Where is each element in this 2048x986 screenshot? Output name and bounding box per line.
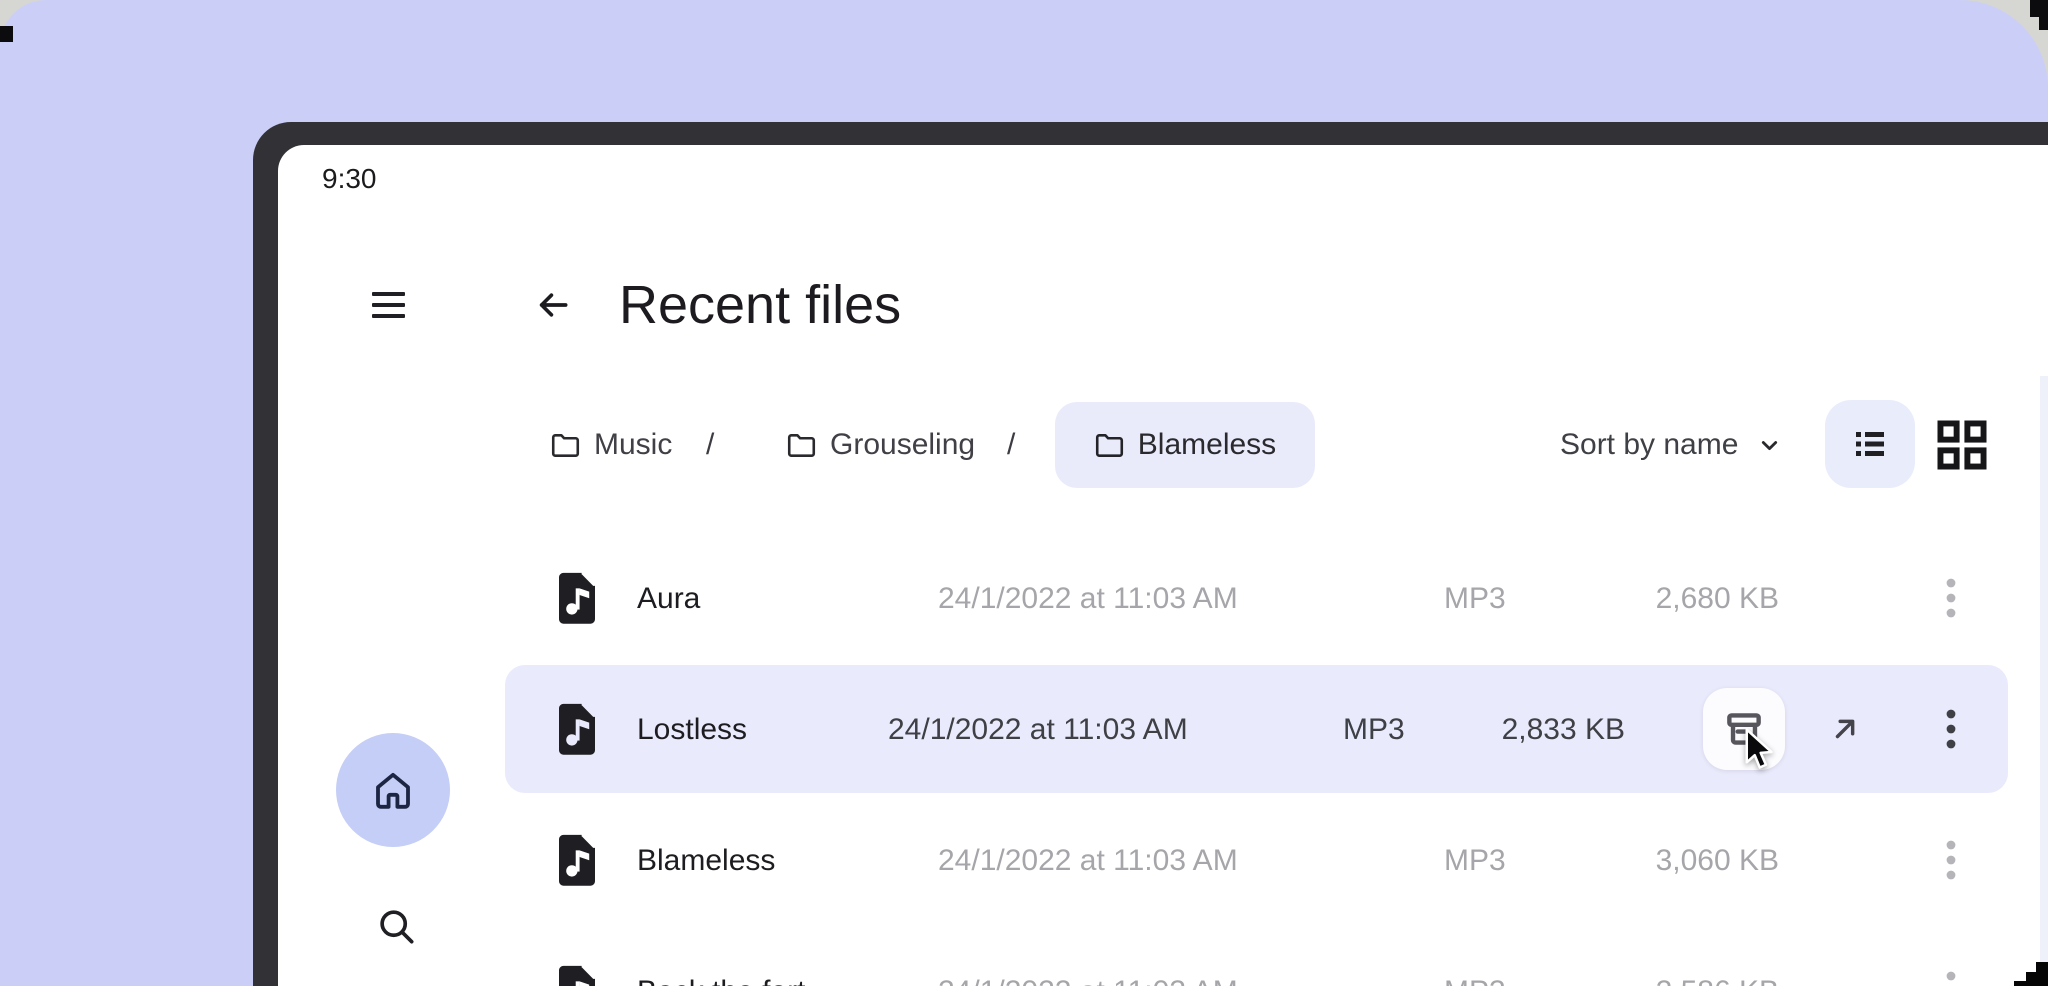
folder-icon	[1094, 432, 1125, 459]
file-size: 2,586 KB	[1656, 975, 1779, 986]
kebab-icon	[1946, 709, 1956, 749]
corner-fragment-bottom-right	[2014, 962, 2048, 986]
search-icon	[375, 905, 419, 949]
file-row-aura[interactable]: Aura 24/1/2022 at 11:03 AM MP3 2,680 KB	[505, 534, 2008, 662]
file-date: 24/1/2022 at 11:03 AM	[888, 713, 1188, 747]
audio-file-icon	[555, 702, 599, 756]
audio-file-icon	[555, 571, 599, 625]
audio-file-icon	[555, 833, 599, 887]
folder-icon	[786, 432, 817, 459]
more-options-button[interactable]	[1927, 836, 1975, 884]
file-size: 2,680 KB	[1656, 582, 1779, 616]
kebab-icon	[1946, 840, 1956, 880]
breadcrumb-label: Music	[594, 428, 672, 462]
breadcrumb-item-blameless-active[interactable]: Blameless	[1055, 402, 1315, 488]
more-options-button[interactable]	[1927, 574, 1975, 622]
file-type: MP3	[1444, 582, 1506, 616]
file-name: Back the fort	[637, 975, 805, 986]
nav-search-button[interactable]	[375, 905, 419, 949]
corner-fragment-top-right	[2030, 0, 2048, 17]
list-view-icon	[1848, 422, 1892, 466]
home-icon	[369, 766, 417, 814]
right-edge-strip	[2040, 376, 2048, 962]
page-title: Recent files	[619, 272, 901, 338]
kebab-icon	[1946, 971, 1956, 986]
arrow-left-icon	[534, 286, 572, 324]
more-options-button[interactable]	[1927, 705, 1975, 753]
file-row-blameless[interactable]: Blameless 24/1/2022 at 11:03 AM MP3 3,06…	[505, 796, 2008, 924]
file-name: Blameless	[637, 844, 775, 878]
corner-fragment-top-left	[0, 26, 13, 42]
status-time: 9:30	[322, 161, 377, 197]
nav-home-button[interactable]	[336, 733, 450, 847]
tablet-screen: 9:30 Recent files Music / Grouseling /	[278, 145, 2048, 986]
breadcrumb-item-music[interactable]: Music	[550, 415, 672, 475]
file-date: 24/1/2022 at 11:03 AM	[938, 975, 1238, 986]
file-name: Aura	[637, 582, 700, 616]
breadcrumb-separator: /	[706, 415, 714, 475]
file-size: 2,833 KB	[1502, 713, 1625, 747]
view-list-toggle[interactable]	[1825, 400, 1915, 488]
open-in-new-button[interactable]	[1821, 705, 1869, 753]
more-options-button[interactable]	[1927, 967, 1975, 986]
back-button[interactable]	[534, 286, 572, 324]
file-row-lostless-selected[interactable]: Lostless 24/1/2022 at 11:03 AM MP3 2,833…	[505, 665, 2008, 793]
folder-icon	[550, 432, 581, 459]
breadcrumb-label: Grouseling	[830, 428, 975, 462]
tablet-frame: 9:30 Recent files Music / Grouseling /	[253, 122, 2048, 986]
file-list: Aura 24/1/2022 at 11:03 AM MP3 2,680 KB …	[505, 534, 2008, 986]
breadcrumb-label: Blameless	[1138, 428, 1276, 462]
view-grid-toggle[interactable]	[1930, 413, 1994, 477]
mouse-pointer-cursor	[1744, 727, 1776, 771]
breadcrumb-separator: /	[1007, 415, 1015, 475]
file-name: Lostless	[637, 713, 747, 747]
menu-button[interactable]	[366, 281, 414, 329]
sort-label: Sort by name	[1560, 428, 1738, 462]
sort-dropdown[interactable]: Sort by name	[1560, 415, 1783, 475]
chevron-down-icon	[1756, 432, 1783, 459]
file-type: MP3	[1444, 844, 1506, 878]
arrow-north-east-icon	[1827, 711, 1863, 747]
file-type: MP3	[1343, 713, 1405, 747]
file-date: 24/1/2022 at 11:03 AM	[938, 582, 1238, 616]
kebab-icon	[1946, 578, 1956, 618]
corner-fragment-top-right-step	[2039, 17, 2048, 30]
file-row-partial[interactable]: Back the fort 24/1/2022 at 11:03 AM MP3 …	[505, 927, 2008, 986]
stage: 9:30 Recent files Music / Grouseling /	[0, 0, 2048, 986]
file-date: 24/1/2022 at 11:03 AM	[938, 844, 1238, 878]
audio-file-icon	[555, 964, 599, 986]
file-type: MP3	[1444, 975, 1506, 986]
grid-view-icon	[1934, 417, 1990, 473]
file-size: 3,060 KB	[1656, 844, 1779, 878]
breadcrumb-item-grouseling[interactable]: Grouseling	[786, 415, 975, 475]
